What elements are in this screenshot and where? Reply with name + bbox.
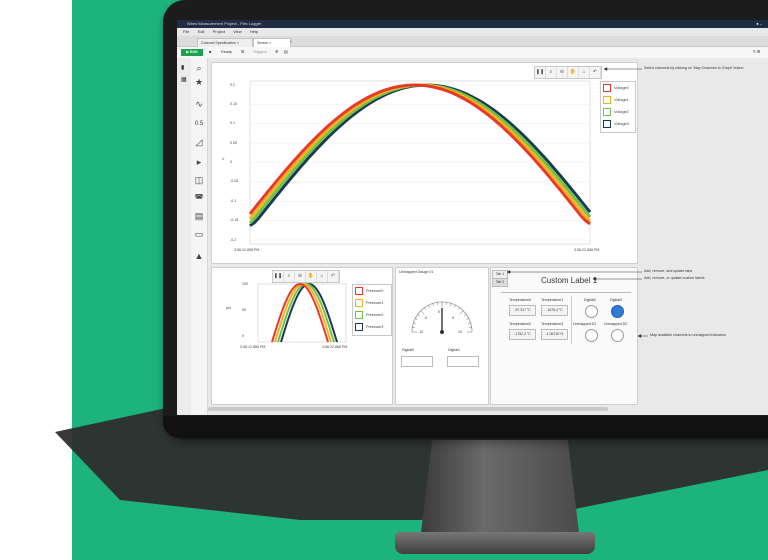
menu-view[interactable]: View xyxy=(233,29,242,34)
favorite-icon[interactable]: ★ xyxy=(193,76,205,88)
document-tab-bar: Channel Specification × Screen × + xyxy=(177,36,768,47)
menu-project[interactable]: Project xyxy=(213,29,225,34)
monitor-bezel xyxy=(163,416,768,438)
add-tab-button[interactable]: + xyxy=(287,38,303,46)
chart-icon[interactable]: ◿ xyxy=(193,136,205,148)
left-sidebar: ▮ ▦ xyxy=(177,58,192,415)
trigger-icon[interactable]: ⊞ xyxy=(241,47,244,58)
tab-channel-specification[interactable]: Channel Specification × xyxy=(197,38,253,47)
annotation-map: Map available channels to unmapped indic… xyxy=(650,333,726,337)
trigger-label: Triggers xyxy=(253,50,267,54)
annotation-arrows xyxy=(506,67,648,338)
gauge-icon[interactable]: ◫ xyxy=(193,174,205,186)
window-title: Wired Measurement Project - Flex Logger xyxy=(187,21,262,26)
project-icon[interactable]: ▮ xyxy=(181,64,184,71)
tab-label: Screen xyxy=(257,41,269,45)
search-icon[interactable]: ⌕ xyxy=(193,62,205,74)
window-controls[interactable]: ● – xyxy=(756,20,762,28)
run-button[interactable]: ▶ RUN xyxy=(181,49,203,56)
screen-canvas: ❚❚ ⌕ ⊖ ✋ ⌂ ↶ V 0.2 0.15 0.1 0.05 0 -0.05 -0.1-… xyxy=(208,58,768,415)
screen-palette: ⌕ ★ ∿ 0.5 ◿ ▸ ◫ ◚ ▤ ▭ ▲ xyxy=(191,58,208,415)
play-icon[interactable]: ▸ xyxy=(193,156,205,168)
tab-label: Channel Specification xyxy=(201,41,236,45)
horizontal-scrollbar[interactable] xyxy=(208,407,608,411)
graph-icon[interactable]: ∿ xyxy=(193,98,205,110)
title-bar: Wired Measurement Project - Flex Logger … xyxy=(177,20,768,28)
menu-help[interactable]: Help xyxy=(250,29,258,34)
panel-icon[interactable]: ▭ xyxy=(193,228,205,240)
numeric-icon[interactable]: 0.5 xyxy=(193,118,205,130)
monitor-stand-base xyxy=(395,532,595,554)
tools-icon[interactable]: ✎ ⊞ xyxy=(753,47,760,58)
tab-screen[interactable]: Screen × xyxy=(253,38,291,47)
menu-bar: File Edit Project View Help xyxy=(177,28,768,36)
indicator-icon[interactable]: ◚ xyxy=(193,192,205,204)
shapes-icon[interactable]: ▲ xyxy=(193,250,205,262)
table-icon[interactable]: ▤ xyxy=(193,210,205,222)
channels-icon[interactable]: ▦ xyxy=(181,76,187,83)
monitor-stand-neck xyxy=(420,436,580,541)
annotation-labels: Add, remove, or update custom labels xyxy=(644,276,705,280)
app-screen: Wired Measurement Project - Flex Logger … xyxy=(177,20,768,415)
annotation-tabs: Add, remove, and update tabs xyxy=(644,269,693,273)
status-text: Ready xyxy=(221,50,232,54)
menu-file[interactable]: File xyxy=(183,29,189,34)
settings-icon[interactable]: ⚙ xyxy=(275,47,278,58)
menu-edit[interactable]: Edit xyxy=(198,29,205,34)
log-icon[interactable]: ▤ xyxy=(284,47,288,58)
stop-icon[interactable]: ■ xyxy=(209,47,211,58)
